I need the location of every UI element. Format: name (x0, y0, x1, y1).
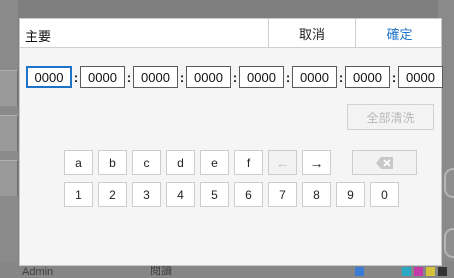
background-status-icon (355, 267, 364, 276)
background-toner-icon (402, 267, 411, 276)
key-5[interactable]: 5 (200, 182, 229, 207)
address-field-7[interactable]: 0000 (345, 66, 390, 88)
cursor-right-button[interactable]: → (302, 150, 331, 175)
address-field-8[interactable]: 0000 (398, 66, 443, 88)
key-f[interactable]: f (234, 150, 263, 175)
cancel-button[interactable]: 取消 (268, 19, 355, 48)
address-separator: : (179, 69, 185, 85)
key-4[interactable]: 4 (166, 182, 195, 207)
key-3[interactable]: 3 (132, 182, 161, 207)
address-field-5[interactable]: 0000 (239, 66, 284, 88)
clear-all-button[interactable]: 全部清洗 (347, 104, 434, 130)
address-separator: : (126, 69, 132, 85)
key-d[interactable]: d (166, 150, 195, 175)
ok-button[interactable]: 確定 (355, 19, 443, 48)
key-8[interactable]: 8 (302, 182, 331, 207)
address-separator: : (338, 69, 344, 85)
address-field-4[interactable]: 0000 (186, 66, 231, 88)
key-0[interactable]: 0 (370, 182, 399, 207)
key-b[interactable]: b (98, 150, 127, 175)
background-left-tab (0, 70, 18, 106)
key-6[interactable]: 6 (234, 182, 263, 207)
background-toner-icon (438, 267, 447, 276)
arrow-right-icon: → (309, 154, 324, 171)
ipv6-address-fields: 0000 : 0000 : 0000 : 0000 : 0000 : 0000 … (26, 66, 443, 88)
address-input-dialog: 主要 取消 確定 0000 : 0000 : 0000 : 0000 : 000… (19, 18, 443, 266)
address-separator: : (285, 69, 291, 85)
address-field-3[interactable]: 0000 (133, 66, 178, 88)
address-field-2[interactable]: 0000 (80, 66, 125, 88)
key-e[interactable]: e (200, 150, 229, 175)
background-toner-icon (414, 267, 423, 276)
key-7[interactable]: 7 (268, 182, 297, 207)
background-right-knob (444, 228, 454, 258)
dialog-header: 主要 取消 確定 (20, 19, 441, 48)
background-left-tab (0, 160, 18, 196)
address-separator: : (391, 69, 397, 85)
cursor-left-button[interactable]: ← (268, 150, 297, 175)
key-1[interactable]: 1 (64, 182, 93, 207)
address-field-1[interactable]: 0000 (26, 66, 72, 88)
key-a[interactable]: a (64, 150, 93, 175)
key-9[interactable]: 9 (336, 182, 365, 207)
key-2[interactable]: 2 (98, 182, 127, 207)
backspace-button[interactable] (352, 150, 417, 175)
arrow-left-icon: ← (275, 154, 290, 171)
key-c[interactable]: c (132, 150, 161, 175)
background-right-knob (444, 168, 454, 198)
background-user-label: Admin (22, 266, 54, 278)
background-left-tab (0, 115, 18, 151)
address-field-6[interactable]: 0000 (292, 66, 337, 88)
backspace-icon (375, 156, 393, 169)
address-separator: : (73, 69, 79, 85)
address-separator: : (232, 69, 238, 85)
background-toner-icon (426, 267, 435, 276)
dialog-title: 主要 (25, 29, 52, 44)
